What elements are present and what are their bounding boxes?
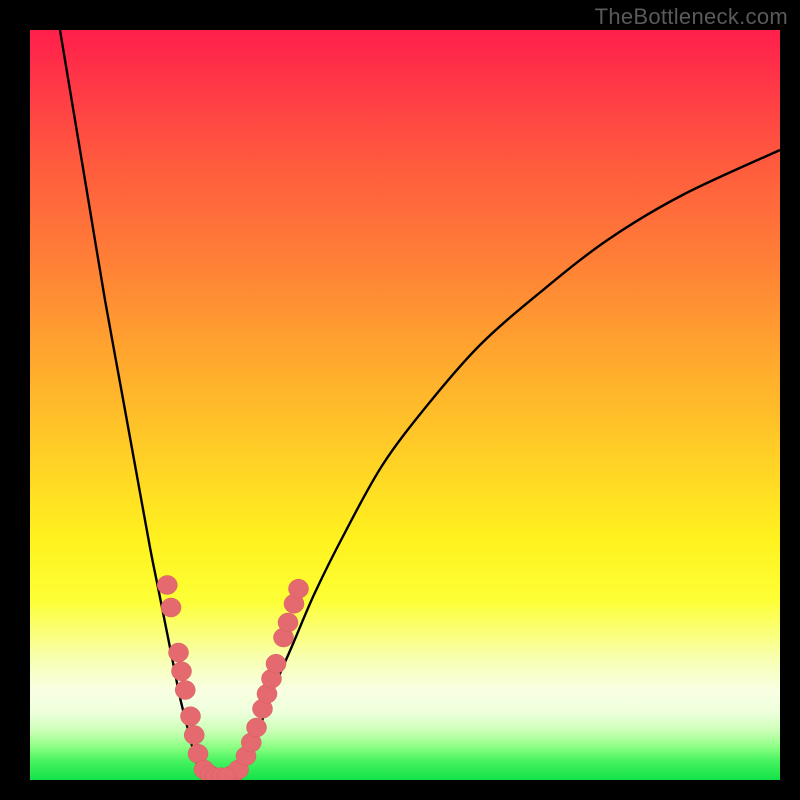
data-blob [172, 662, 192, 681]
data-blob [278, 613, 298, 632]
data-blob [169, 643, 189, 662]
plot-area [30, 30, 780, 780]
data-blob [161, 598, 181, 617]
data-blob [289, 579, 309, 598]
watermark-text: TheBottleneck.com [595, 4, 788, 30]
data-blob [181, 707, 201, 726]
data-blob [247, 718, 267, 737]
curve-right-curve [240, 150, 780, 780]
data-blob [266, 654, 286, 673]
chart-frame: TheBottleneck.com [0, 0, 800, 800]
curves-svg [30, 30, 780, 780]
data-blob [157, 576, 177, 595]
data-blob [184, 726, 204, 745]
data-blob [175, 681, 195, 700]
